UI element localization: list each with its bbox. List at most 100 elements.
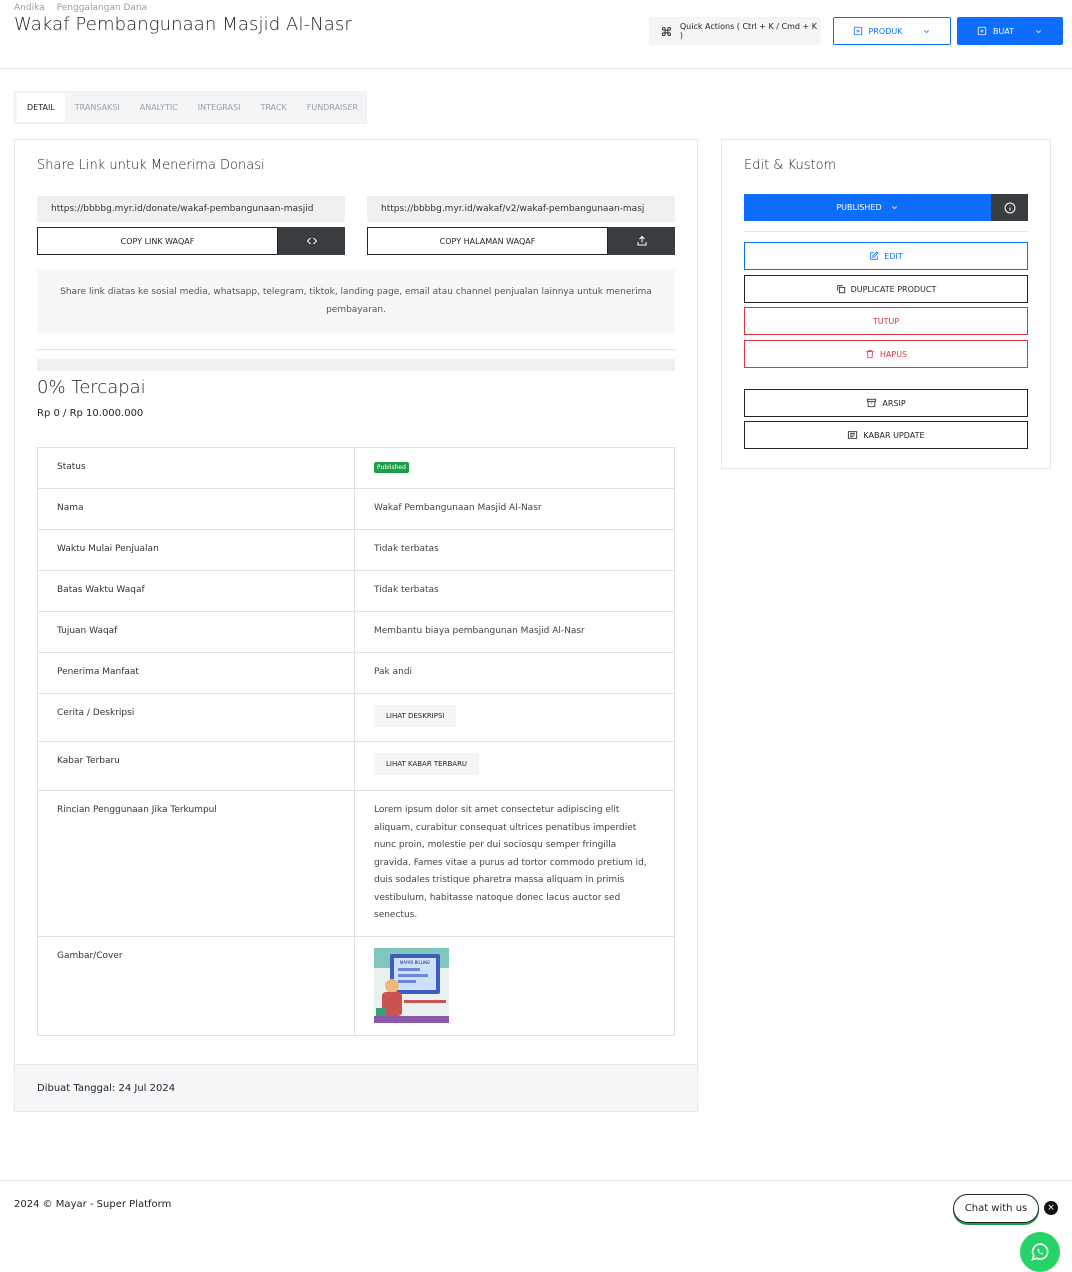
breadcrumb-item-andika[interactable]: Andika (14, 3, 45, 13)
rincian-value: Lorem ipsum dolor sit amet consectetur a… (374, 805, 647, 920)
info-button[interactable] (991, 194, 1028, 221)
table-row: Gambar/Cover MAYAR BILLING (38, 937, 674, 1035)
published-dropdown-button[interactable]: PUBLISHED (744, 194, 991, 221)
breadcrumb-item-penggalangan[interactable]: Penggalangan Dana (57, 3, 147, 13)
chat-with-us-button[interactable]: Chat with us (953, 1194, 1039, 1223)
buat-dropdown-button[interactable]: BUAT (957, 17, 1063, 45)
edit-label: EDIT (884, 251, 903, 261)
tab-track[interactable]: TRACK (250, 93, 296, 122)
kabar-update-label: KABAR UPDATE (863, 430, 925, 440)
info-icon (1004, 202, 1015, 213)
chevron-down-icon (924, 29, 930, 33)
kabar-update-button[interactable]: KABAR UPDATE (744, 421, 1028, 449)
edit-button[interactable]: EDIT (744, 242, 1028, 270)
produk-dropdown-button[interactable]: PRODUK (833, 17, 951, 45)
buat-label: BUAT (992, 26, 1015, 36)
tab-detail[interactable]: DETAIL (17, 93, 65, 122)
table-row: Kabar Terbaru LIHAT KABAR TERBARU (38, 742, 674, 791)
cerita-label: Cerita / Deskripsi (38, 694, 355, 741)
detail-table: Status Published Nama Wakaf Pembangunaan… (37, 447, 675, 1036)
lihat-kabar-terbaru-button[interactable]: LIHAT KABAR TERBARU (374, 753, 480, 775)
chevron-down-icon (891, 206, 897, 210)
cover-image[interactable]: MAYAR BILLING (374, 948, 449, 1023)
tab-bar: DETAIL TRANSAKSI ANALYTIC INTEGRASI TRAC… (14, 91, 367, 124)
quick-actions-button[interactable]: Quick Actions ( Ctrl + K / Cmd + K ) (649, 17, 821, 45)
section-divider (37, 349, 675, 350)
lihat-deskripsi-button[interactable]: LIHAT DESKRIPSI (374, 705, 457, 727)
tab-analytic[interactable]: ANALYTIC (130, 93, 188, 122)
page-title: Wakaf Pembangunaan Masjid Al-Nasr (14, 14, 352, 35)
progress-percent: 0% Tercapai (37, 377, 146, 398)
waqaf-page-link-field[interactable]: https://bbbbg.myr.id/wakaf/v2/wakaf-pemb… (367, 196, 675, 222)
copy-link-waqaf-button[interactable]: COPY LINK WAQAF (37, 227, 278, 255)
arsip-label: ARSIP (882, 398, 906, 408)
duplicate-label: DUPLICATE PRODUCT (850, 284, 937, 294)
table-row: Penerima Manfaat Pak andi (38, 653, 674, 694)
tujuan-label: Tujuan Waqaf (38, 612, 355, 652)
command-icon (661, 26, 671, 36)
tab-fundraiser[interactable]: FUNDRAISER (297, 93, 368, 122)
batas-waktu-value: Tidak terbatas (374, 585, 439, 595)
share-icon (637, 235, 646, 246)
footer-divider (0, 1180, 1072, 1181)
tujuan-value: Membantu biaya pembangunan Masjid Al-Nas… (374, 626, 585, 636)
tutup-button[interactable]: TUTUP (744, 307, 1028, 335)
status-label: Status (38, 448, 355, 488)
whatsapp-button[interactable] (1020, 1232, 1060, 1272)
table-row: Rincian Penggunaan Jika Terkumpul Lorem … (38, 791, 674, 937)
waktu-mulai-label: Waktu Mulai Penjualan (38, 530, 355, 570)
copy-icon (836, 285, 845, 294)
progress-bar (37, 359, 675, 371)
arsip-button[interactable]: ARSIP (744, 389, 1028, 417)
cerita-value-cell: LIHAT DESKRIPSI (355, 694, 674, 741)
cover-image-label: MAYAR BILLING (400, 960, 430, 965)
table-row: Nama Wakaf Pembangunaan Masjid Al-Nasr (38, 489, 674, 530)
quick-actions-label: Quick Actions ( Ctrl + K / Cmd + K ) (679, 22, 818, 40)
donate-link-field[interactable]: https://bbbbg.myr.id/donate/wakaf-pemban… (37, 196, 345, 222)
table-row: Waktu Mulai Penjualan Tidak terbatas (38, 530, 674, 571)
nama-value: Wakaf Pembangunaan Masjid Al-Nasr (374, 503, 542, 513)
created-date: Dibuat Tanggal: 24 Jul 2024 (15, 1064, 697, 1111)
whatsapp-icon (1031, 1243, 1049, 1261)
copy-halaman-waqaf-button[interactable]: COPY HALAMAN WAQAF (367, 227, 608, 255)
share-button[interactable] (608, 227, 675, 255)
table-row: Tujuan Waqaf Membantu biaya pembangunan … (38, 612, 674, 653)
kabar-label: Kabar Terbaru (38, 742, 355, 790)
produk-label: PRODUK (868, 26, 903, 36)
edit-custom-title: Edit & Kustom (744, 158, 837, 173)
status-value-cell: Published (355, 448, 674, 488)
side-divider (744, 231, 1028, 232)
plus-square-icon (977, 26, 987, 36)
code-icon (306, 237, 317, 245)
archive-icon (867, 398, 877, 408)
progress-amount: Rp 0 / Rp 10.000.000 (37, 408, 144, 419)
rincian-label: Rincian Penggunaan Jika Terkumpul (38, 791, 355, 936)
tutup-label: TUTUP (872, 316, 900, 326)
waktu-mulai-value: Tidak terbatas (374, 544, 439, 554)
hapus-label: HAPUS (879, 349, 908, 359)
plus-square-icon (853, 26, 862, 36)
gambar-label: Gambar/Cover (38, 937, 355, 1035)
trash-icon (866, 350, 874, 359)
chevron-down-icon (1036, 29, 1042, 33)
penerima-label: Penerima Manfaat (38, 653, 355, 693)
close-icon[interactable]: × (1044, 1201, 1058, 1215)
share-info-text: Share link diatas ke sosial media, whats… (37, 270, 675, 334)
share-section-title: Share Link untuk Menerima Donasi (37, 158, 265, 173)
penerima-value: Pak andi (374, 667, 413, 677)
tab-transaksi[interactable]: TRANSAKSI (65, 93, 130, 122)
hapus-button[interactable]: HAPUS (744, 340, 1028, 368)
gambar-value-cell: MAYAR BILLING (355, 937, 674, 1035)
published-label: PUBLISHED (836, 203, 882, 212)
duplicate-product-button[interactable]: DUPLICATE PRODUCT (744, 275, 1028, 303)
table-row: Cerita / Deskripsi LIHAT DESKRIPSI (38, 694, 674, 742)
embed-code-button[interactable] (278, 227, 345, 255)
edit-icon (870, 251, 879, 260)
header-divider (0, 68, 1072, 69)
edit-custom-card (721, 139, 1051, 469)
tab-integrasi[interactable]: INTEGRASI (188, 93, 251, 122)
table-row: Status Published (38, 448, 674, 489)
batas-waktu-label: Batas Waktu Waqaf (38, 571, 355, 611)
breadcrumb: Andika Penggalangan Dana (14, 3, 147, 13)
newspaper-icon (848, 431, 858, 439)
